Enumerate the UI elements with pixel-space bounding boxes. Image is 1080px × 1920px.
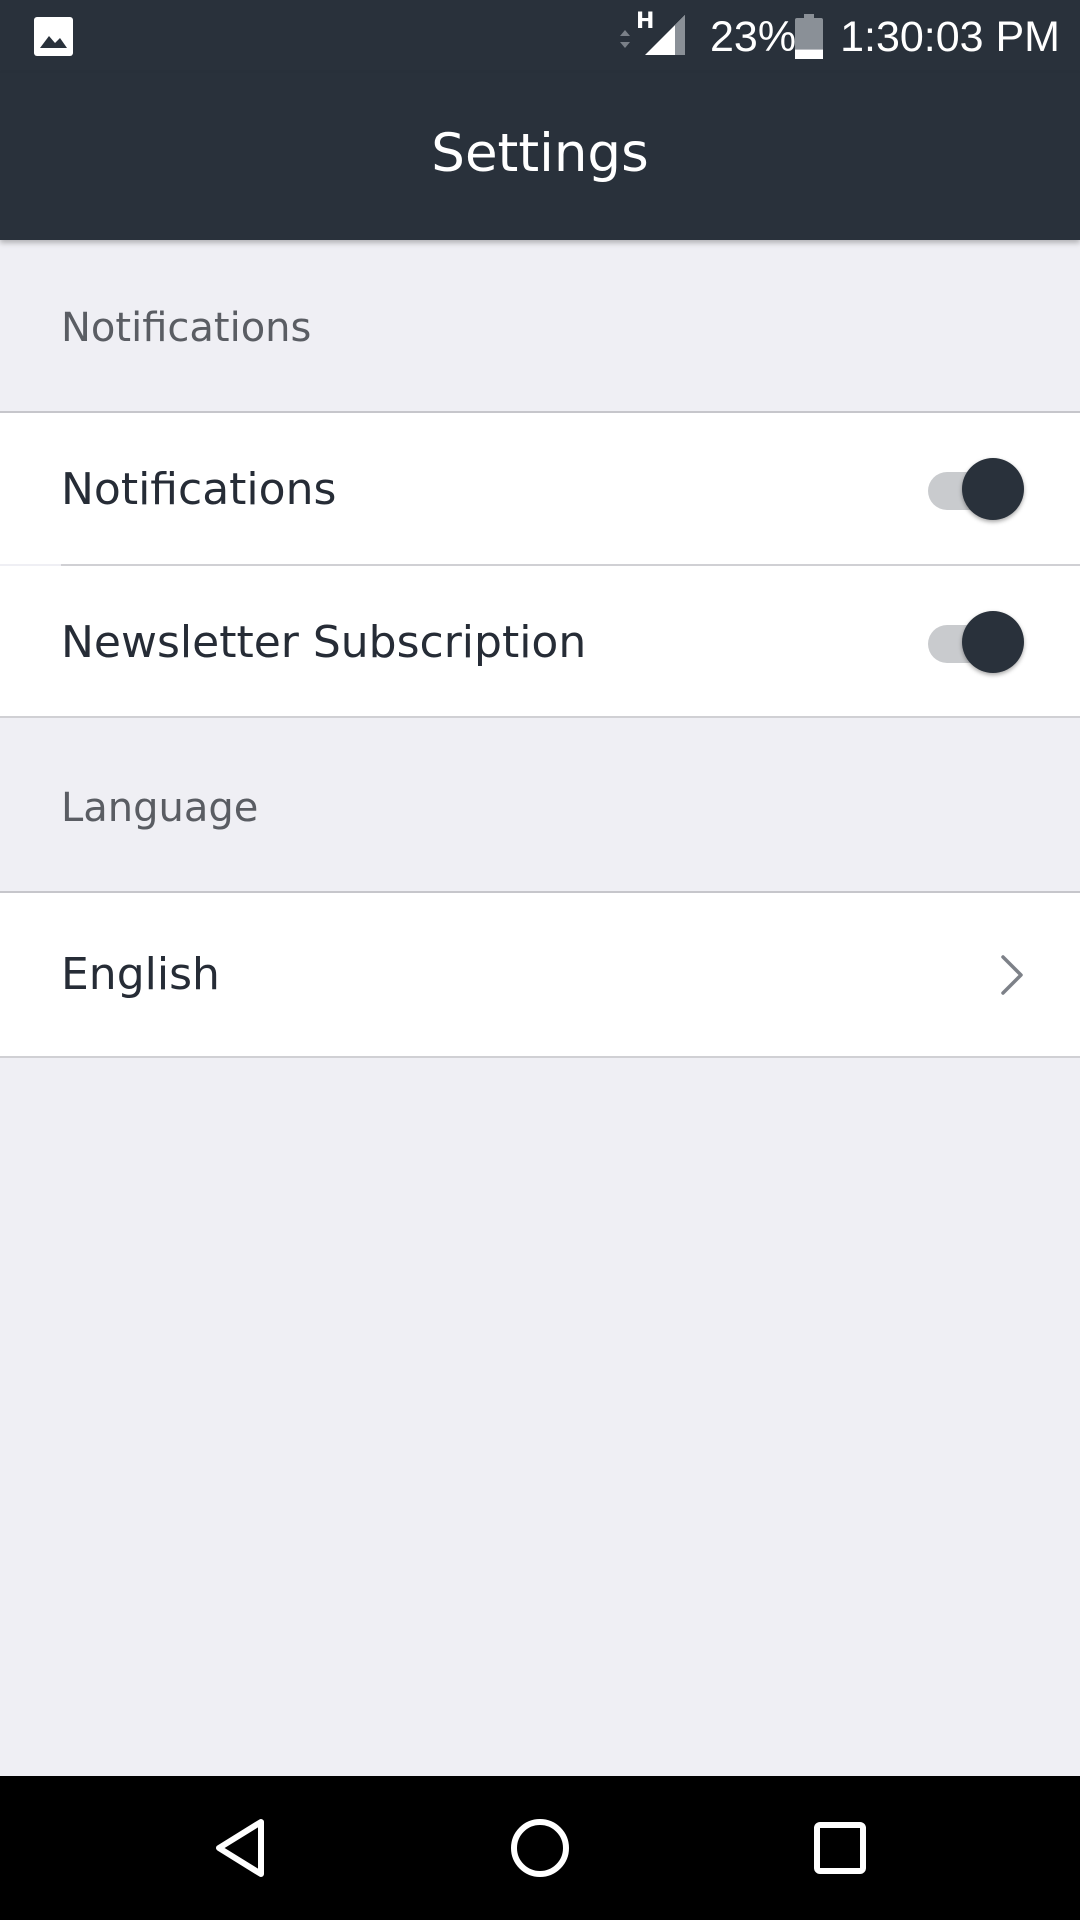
section-header-label: Notifications <box>61 305 312 351</box>
back-icon[interactable] <box>205 1812 277 1884</box>
section-header-language: Language <box>0 718 1080 893</box>
newsletter-subscription-toggle[interactable] <box>928 611 1024 675</box>
app-bar: Settings <box>0 73 1080 240</box>
chevron-right-icon <box>1001 955 1023 995</box>
system-nav-bar <box>0 1776 1080 1920</box>
toggle-thumb <box>962 458 1024 520</box>
settings-row-notifications: Notifications <box>0 413 1080 564</box>
language-selector-row[interactable]: English <box>0 893 1080 1056</box>
data-arrows-icon <box>620 30 630 48</box>
page-title: Settings <box>431 123 649 184</box>
toggle-thumb <box>962 611 1024 673</box>
signal-icon <box>645 15 685 55</box>
notifications-toggle[interactable] <box>928 458 1024 522</box>
section-header-notifications: Notifications <box>0 240 1080 413</box>
gallery-icon <box>34 17 73 56</box>
settings-row-newsletter-subscription: Newsletter Subscription <box>0 566 1080 716</box>
home-icon[interactable] <box>504 1812 576 1884</box>
status-clock: 1:30:03 PM <box>840 13 1060 61</box>
language-current-value: English <box>61 949 220 1000</box>
battery-icon <box>795 14 823 59</box>
settings-screen: H 23% 1:30:03 PM Settings Notifications … <box>0 0 1080 1920</box>
battery-percent: 23% <box>710 13 797 61</box>
settings-row-label: Newsletter Subscription <box>61 617 587 668</box>
settings-row-label: Notifications <box>61 464 337 515</box>
recents-icon[interactable] <box>804 1812 876 1884</box>
section-divider <box>0 1056 1080 1058</box>
status-bar: H 23% 1:30:03 PM <box>0 0 1080 73</box>
section-header-label: Language <box>61 785 259 831</box>
